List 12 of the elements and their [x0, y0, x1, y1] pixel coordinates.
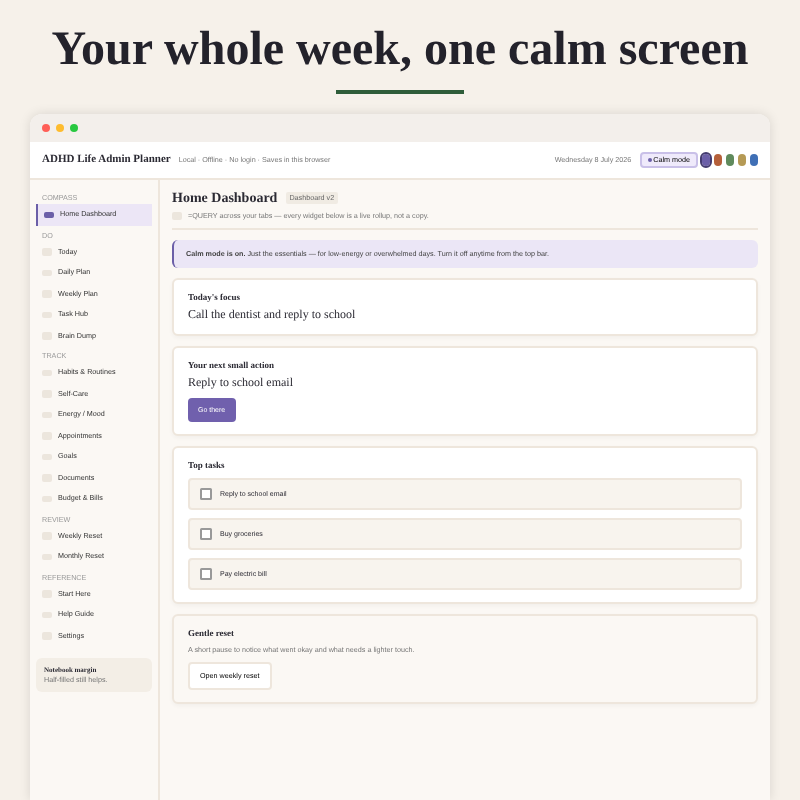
theme-swatch[interactable]	[750, 154, 758, 166]
checkbox[interactable]	[200, 568, 212, 580]
theme-swatch[interactable]	[702, 154, 710, 166]
minimize-icon[interactable]	[56, 124, 64, 132]
theme-swatch[interactable]	[726, 154, 734, 166]
theme-swatch[interactable]	[714, 154, 722, 166]
headline: Your whole week, one calm screen	[51, 24, 749, 78]
maximize-icon[interactable]	[70, 124, 78, 132]
close-icon[interactable]	[42, 124, 50, 132]
checkbox[interactable]	[200, 528, 212, 540]
checkbox[interactable]	[200, 488, 212, 500]
theme-swatch[interactable]	[738, 154, 746, 166]
